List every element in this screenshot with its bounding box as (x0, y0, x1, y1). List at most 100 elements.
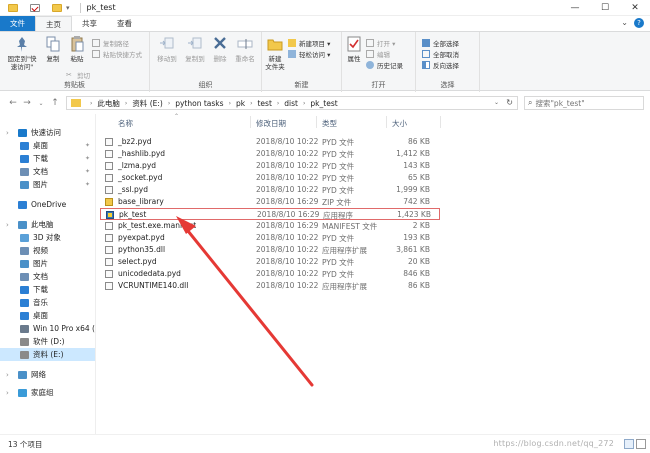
move-to-button[interactable]: 移动到 (154, 35, 180, 63)
address-dropdown-icon[interactable]: ⌄ (494, 99, 499, 106)
recent-dropdown-icon[interactable]: ⌄ (34, 100, 48, 107)
column-header-size[interactable]: 大小 (392, 118, 407, 129)
breadcrumb-separator-icon[interactable]: › (229, 100, 231, 107)
breadcrumb-item[interactable]: pk_test (310, 99, 337, 108)
column-header-type[interactable]: 类型 (322, 118, 337, 129)
breadcrumb-separator-icon[interactable]: › (90, 100, 92, 107)
large-icons-view-icon[interactable] (636, 439, 646, 449)
tab-3[interactable]: 查看 (107, 16, 142, 31)
table-row[interactable]: VCRUNTIME140.dll 2018/8/10 10:22 应用程序扩展 86 … (100, 280, 440, 292)
breadcrumb-item[interactable]: pk (236, 99, 245, 108)
table-row[interactable]: _socket.pyd 2018/8/10 10:22 PYD 文件 65 KB (100, 172, 440, 184)
refresh-icon[interactable]: ↻ (506, 98, 513, 107)
nav-item[interactable]: 图片 ✦ (0, 178, 95, 191)
properties-quick-icon[interactable] (30, 3, 40, 12)
nav-item[interactable]: 桌面 (0, 309, 95, 322)
table-row[interactable]: base_library 2018/8/10 16:29 ZIP 文件 742 KB (100, 196, 440, 208)
paste-shortcut-button[interactable]: 粘贴快捷方式 (92, 49, 142, 59)
new-folder-button[interactable]: 新建 文件夹 (264, 35, 286, 71)
pin-icon[interactable]: ✦ (85, 181, 90, 188)
invert-selection-button[interactable]: 反向选择 (422, 60, 459, 70)
table-row[interactable]: pk_test.exe.manifest 2018/8/10 16:29 MANIF… (100, 220, 440, 232)
pin-icon[interactable]: ✦ (85, 155, 90, 162)
nav-item[interactable]: 软件 (D:) (0, 335, 95, 348)
breadcrumb-separator-icon[interactable]: › (303, 100, 305, 107)
nav-item[interactable]: 3D 对象 (0, 231, 95, 244)
address-bar[interactable]: › 此电脑 › 资料 (E:) › python tasks › pk › test › dist ›… (66, 96, 518, 110)
table-row[interactable]: _lzma.pyd 2018/8/10 10:22 PYD 文件 143 KB (100, 160, 440, 172)
details-view-icon[interactable] (624, 439, 634, 449)
column-separator[interactable] (440, 116, 441, 128)
open-button[interactable]: 打开 ▾ (366, 38, 395, 48)
pin-quick-access-button[interactable]: 固定到"快 速访问" (4, 35, 40, 71)
pin-icon[interactable]: ✦ (85, 142, 90, 149)
table-row[interactable]: select.pyd 2018/8/10 10:22 PYD 文件 20 KB (100, 256, 440, 268)
breadcrumb-item[interactable]: python tasks (175, 99, 223, 108)
table-row[interactable]: pk_test 2018/8/10 16:29 应用程序 1,423 KB (100, 208, 440, 220)
table-row[interactable]: _hashlib.pyd 2018/8/10 10:22 PYD 文件 1,412 K… (100, 148, 440, 160)
table-row[interactable]: pyexpat.pyd 2018/8/10 10:22 PYD 文件 193 KB (100, 232, 440, 244)
breadcrumb-separator-icon[interactable]: › (125, 100, 127, 107)
table-row[interactable]: python35.dll 2018/8/10 10:22 应用程序扩展 3,861 K… (100, 244, 440, 256)
breadcrumb-separator-icon[interactable]: › (168, 100, 170, 107)
nav-item[interactable]: 音乐 (0, 296, 95, 309)
nav-item[interactable]: 文档 ✦ (0, 165, 95, 178)
select-all-button[interactable]: 全部选择 (422, 38, 459, 48)
expand-chevron-icon[interactable]: › (6, 389, 9, 397)
column-header-name[interactable]: 名称 (118, 118, 133, 129)
breadcrumb-item[interactable]: dist (284, 99, 298, 108)
easy-access-button[interactable]: 轻松访问 ▾ (288, 49, 330, 59)
select-none-button[interactable]: 全部取消 (422, 49, 459, 59)
paste-button[interactable]: 粘贴 (66, 35, 88, 63)
nav-item[interactable]: 下载 (0, 283, 95, 296)
nav-item[interactable]: 资料 (E:) (0, 348, 95, 361)
breadcrumb-separator-icon[interactable]: › (250, 100, 252, 107)
nav-item[interactable]: › 此电脑 (0, 218, 95, 231)
pin-icon[interactable]: ✦ (85, 168, 90, 175)
new-item-button[interactable]: 新建项目 ▾ (288, 38, 330, 48)
edit-button[interactable]: 编辑 (366, 49, 390, 59)
history-button[interactable]: 历史记录 (366, 60, 403, 70)
rename-button[interactable]: 重命名 (232, 35, 258, 63)
minimize-button[interactable]: — (560, 0, 590, 16)
search-input[interactable] (535, 98, 636, 108)
nav-item[interactable]: 图片 (0, 257, 95, 270)
file-list[interactable]: 名称 修改日期 类型 大小 ⌃ _bz2.pyd 2018/8/10 10:22 P… (100, 113, 650, 434)
tab-2[interactable]: 共享 (72, 16, 107, 31)
nav-item[interactable]: 文档 (0, 270, 95, 283)
table-row[interactable]: _ssl.pyd 2018/8/10 10:22 PYD 文件 1,999 KB (100, 184, 440, 196)
navigation-pane[interactable]: › 快速访问 桌面 ✦ 下载 ✦ 文档 ✦ 图片 ✦ OneDrive › 此电脑 3D 对象 视频 图片 文档… (0, 114, 96, 434)
back-icon[interactable]: ← (6, 98, 20, 108)
table-row[interactable]: unicodedata.pyd 2018/8/10 10:22 PYD 文件 846 … (100, 268, 440, 280)
help-icon[interactable]: ? (634, 18, 644, 28)
copy-button[interactable]: 复制 (42, 35, 64, 63)
column-separator[interactable] (250, 116, 251, 128)
column-header-date[interactable]: 修改日期 (256, 118, 286, 129)
nav-item[interactable]: › 家庭组 (0, 386, 95, 399)
nav-item[interactable]: Win 10 Pro x64 (C (0, 322, 95, 335)
breadcrumb-item[interactable]: 资料 (E:) (132, 98, 163, 109)
breadcrumb-separator-icon[interactable]: › (277, 100, 279, 107)
ribbon-collapse-icon[interactable]: ⌄ (621, 18, 628, 28)
expand-chevron-icon[interactable]: › (6, 221, 9, 229)
quick-access-dropdown-icon[interactable]: ▾ (66, 4, 70, 12)
new-folder-quick-icon[interactable] (52, 3, 62, 12)
nav-item[interactable]: › 网络 (0, 368, 95, 381)
tab-0[interactable]: 文件 (0, 16, 35, 31)
column-separator[interactable] (386, 116, 387, 128)
expand-chevron-icon[interactable]: › (6, 371, 9, 379)
maximize-button[interactable]: ☐ (590, 0, 620, 16)
breadcrumb-item[interactable]: 此电脑 (97, 98, 120, 109)
close-button[interactable]: ✕ (620, 0, 650, 16)
copy-path-button[interactable]: 复制路径 (92, 38, 129, 48)
forward-icon[interactable]: → (20, 98, 34, 108)
properties-button[interactable]: 属性 (344, 35, 364, 63)
cut-button[interactable]: ✂ 剪切 (66, 70, 90, 80)
nav-item[interactable]: 视频 (0, 244, 95, 257)
nav-item[interactable]: OneDrive (0, 198, 95, 211)
nav-item[interactable]: › 快速访问 (0, 126, 95, 139)
tab-1[interactable]: 主页 (35, 16, 72, 31)
expand-chevron-icon[interactable]: › (6, 129, 9, 137)
nav-item[interactable]: 桌面 ✦ (0, 139, 95, 152)
nav-item[interactable]: 下载 ✦ (0, 152, 95, 165)
